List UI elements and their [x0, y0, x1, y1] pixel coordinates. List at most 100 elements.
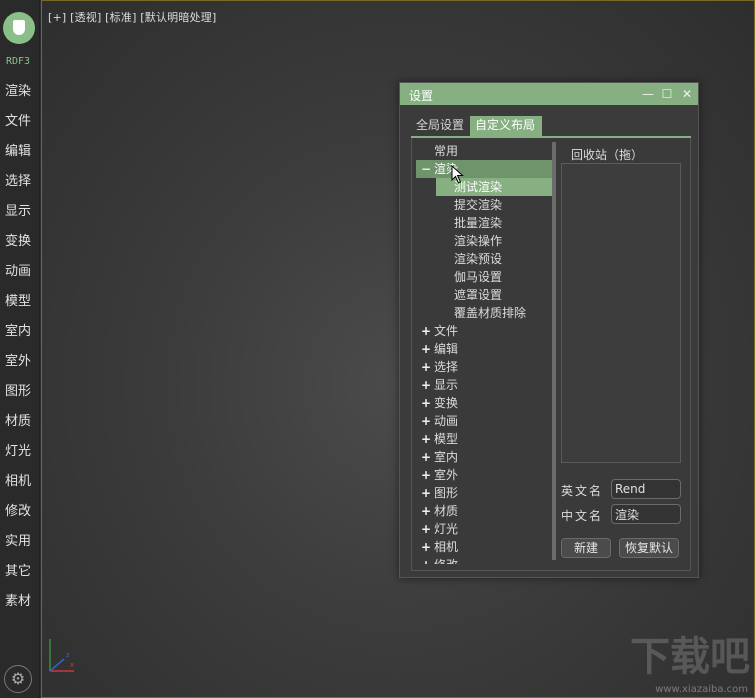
tree-item[interactable]: 批量渲染 — [416, 214, 552, 232]
sidebar-item[interactable]: 模型 — [0, 290, 36, 320]
tree-group[interactable]: + 图形 — [416, 484, 552, 502]
cn-name-input[interactable] — [611, 504, 681, 524]
tree-item[interactable]: 覆盖材质排除 — [416, 304, 552, 322]
tree-children: 测试渲染 提交渲染 批量渲染 渲染操作 渲染预设 伽马设置 遮罩设置 覆盖材质排除 — [416, 178, 552, 322]
recycle-bin-label: 回收站（拖） — [571, 148, 644, 162]
tree-group[interactable]: + 室内 — [416, 448, 552, 466]
tree-group-label: 修改 — [434, 558, 458, 564]
sidebar-item[interactable]: 选择 — [0, 170, 36, 200]
sidebar-item[interactable]: 编辑 — [0, 140, 36, 170]
sidebar-item[interactable]: 实用 — [0, 530, 36, 560]
tree-group-label: 动画 — [434, 414, 459, 428]
app-logo[interactable] — [3, 12, 35, 44]
reset-default-button[interactable]: 恢复默认 — [619, 538, 679, 558]
sidebar-item[interactable]: 显示 — [0, 200, 36, 230]
new-button[interactable]: 新建 — [561, 538, 611, 558]
tree-item-common[interactable]: 常用 — [416, 142, 552, 160]
tree-group-label: 模型 — [434, 432, 459, 446]
maximize-icon[interactable]: ☐ — [659, 86, 675, 102]
sidebar-item[interactable]: 渲染 — [0, 80, 36, 110]
expand-icon[interactable]: + — [420, 376, 432, 394]
expand-icon[interactable]: + — [420, 358, 432, 376]
expand-icon[interactable]: + — [420, 340, 432, 358]
sidebar-item[interactable]: 室外 — [0, 350, 36, 380]
sidebar-item[interactable]: 修改 — [0, 500, 36, 530]
close-icon[interactable]: ✕ — [679, 86, 695, 102]
svg-text:x: x — [70, 661, 74, 669]
expand-icon[interactable]: + — [420, 502, 432, 520]
viewport-label[interactable]: [+] [透视] [标准] [默认明暗处理] — [48, 9, 216, 25]
tree-group[interactable]: + 变换 — [416, 394, 552, 412]
tree-group-render[interactable]: − 渲染 — [416, 160, 552, 178]
tree-group[interactable]: +修改 — [416, 556, 552, 564]
minimize-icon[interactable]: — — [640, 86, 656, 102]
sidebar-menu: 渲染 文件 编辑 选择 显示 变换 动画 模型 室内 室外 图形 材质 灯光 相机 修改 实用 其它 素材 — [0, 80, 36, 620]
expand-icon[interactable]: + — [420, 538, 432, 556]
expand-icon[interactable]: + — [420, 448, 432, 466]
tree-group-label: 文件 — [434, 324, 459, 338]
collapse-icon[interactable]: − — [420, 160, 432, 178]
sidebar-item[interactable]: 材质 — [0, 410, 36, 440]
tree-group[interactable]: + 动画 — [416, 412, 552, 430]
sidebar-item[interactable]: 素材 — [0, 590, 36, 620]
mouse-cursor-icon — [451, 165, 464, 184]
expand-icon[interactable]: + — [420, 520, 432, 538]
tree-group-label: 室内 — [434, 450, 459, 464]
tree-group[interactable]: + 室外 — [416, 466, 552, 484]
recycle-bin-dropzone[interactable] — [561, 163, 681, 463]
expand-icon[interactable]: + — [420, 412, 432, 430]
tree-group-label: 材质 — [434, 504, 459, 518]
sidebar-item[interactable]: 其它 — [0, 560, 36, 590]
sidebar-item[interactable]: 动画 — [0, 260, 36, 290]
svg-text:z: z — [66, 651, 70, 659]
tree-group-label: 变换 — [434, 396, 459, 410]
tab-custom-layout[interactable]: 自定义布局 — [470, 116, 542, 136]
tree-group[interactable]: + 编辑 — [416, 340, 552, 358]
shield-icon — [13, 20, 25, 35]
tree-item[interactable]: 提交渲染 — [416, 196, 552, 214]
tree-group-label: 相机 — [434, 540, 459, 554]
expand-icon[interactable]: + — [420, 484, 432, 502]
watermark-url: www.xiazaiba.com — [655, 684, 748, 695]
expand-icon[interactable]: + — [420, 322, 432, 340]
tree-group[interactable]: + 材质 — [416, 502, 552, 520]
left-toolbar: RDF3 渲染 文件 编辑 选择 显示 变换 动画 模型 室内 室外 图形 材质 灯光 相机 修改 实用 其它素… — [0, 0, 40, 698]
tree-group[interactable]: + 灯光 — [416, 520, 552, 538]
tree-item[interactable]: 渲染操作 — [416, 232, 552, 250]
sidebar-item[interactable]: 室内 — [0, 320, 36, 350]
tree-group-label: 显示 — [434, 378, 459, 392]
tree-item[interactable]: 渲染预设 — [416, 250, 552, 268]
sidebar-brand: RDF3 — [5, 56, 31, 67]
tree-group[interactable]: + 相机 — [416, 538, 552, 556]
sidebar-item[interactable]: 灯光 — [0, 440, 36, 470]
axis-gizmo-icon: x z — [49, 639, 74, 672]
tree-group-label: 灯光 — [434, 522, 459, 536]
expand-icon[interactable]: + — [420, 556, 432, 564]
tree-group[interactable]: + 模型 — [416, 430, 552, 448]
sidebar-item[interactable]: 图形 — [0, 380, 36, 410]
cn-name-label: 中文名 — [561, 509, 604, 523]
dialog-title: 设置 — [409, 89, 434, 103]
sidebar-item[interactable]: 变换 — [0, 230, 36, 260]
dialog-titlebar[interactable]: 设置 — ☐ ✕ — [400, 83, 698, 105]
expand-icon[interactable]: + — [420, 394, 432, 412]
tree-group[interactable]: + 显示 — [416, 376, 552, 394]
tree-group-label: 室外 — [434, 468, 459, 482]
sidebar-item[interactable]: 相机 — [0, 470, 36, 500]
gear-icon[interactable]: ⚙ — [4, 665, 32, 693]
tree-group[interactable]: + 选择 — [416, 358, 552, 376]
tree-item[interactable]: 遮罩设置 — [416, 286, 552, 304]
en-name-label: 英文名 — [561, 484, 604, 498]
sidebar-item[interactable]: 文件 — [0, 110, 36, 140]
tree-item[interactable]: 伽马设置 — [416, 268, 552, 286]
tree-group[interactable]: + 文件 — [416, 322, 552, 340]
tree-scrollbar[interactable] — [552, 142, 556, 560]
tab-global-settings[interactable]: 全局设置 — [411, 116, 469, 136]
menu-tree[interactable]: 常用 − 渲染 测试渲染 提交渲染 批量渲染 渲染操作 渲染预设 伽马设置 遮罩设置 覆盖材质… — [416, 142, 552, 564]
tree-group-label: 选择 — [434, 360, 459, 374]
tree-group-label: 编辑 — [434, 342, 459, 356]
settings-dialog: 设置 — ☐ ✕ 全局设置 自定义布局 常用 − 渲染 测试渲染 提交渲染 批量渲染… — [399, 82, 699, 578]
expand-icon[interactable]: + — [420, 466, 432, 484]
expand-icon[interactable]: + — [420, 430, 432, 448]
en-name-input[interactable] — [611, 479, 681, 499]
